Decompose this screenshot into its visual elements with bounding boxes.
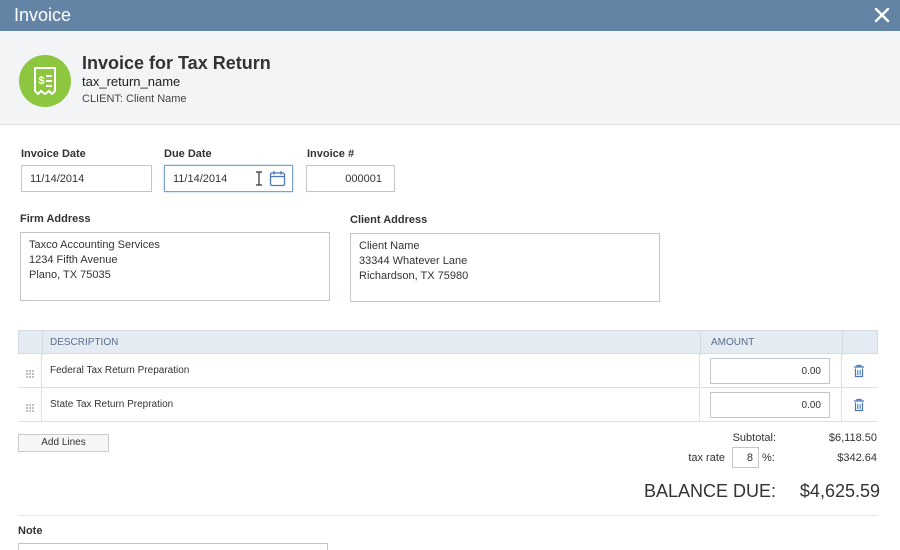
invoice-number-input[interactable] (307, 166, 394, 191)
tax-percent-suffix: %: (762, 452, 775, 464)
tax-rate-input[interactable] (733, 448, 758, 468)
firm-address-field[interactable]: Taxco Accounting Services 1234 Fifth Ave… (20, 232, 330, 301)
invoice-title: Invoice for Tax Return (82, 53, 271, 73)
column-divider (699, 354, 700, 388)
client-line: CLIENT: Client Name (82, 93, 187, 105)
invoice-date-input[interactable] (22, 166, 151, 191)
invoice-number-field[interactable] (306, 165, 395, 192)
description-header: DESCRIPTION (50, 337, 119, 348)
receipt-icon: $ (34, 67, 56, 95)
note-label: Note (18, 525, 43, 537)
column-divider (41, 354, 42, 388)
invoice-number-label: Invoice # (307, 148, 355, 160)
line-item-description[interactable]: State Tax Return Prepration (50, 399, 173, 410)
note-field[interactable] (18, 543, 328, 550)
drag-handle-icon[interactable] (25, 400, 35, 412)
firm-address-line: Plano, TX 75035 (29, 269, 111, 281)
tax-rate-field[interactable] (732, 447, 759, 468)
balance-due-label: BALANCE DUE: (643, 481, 776, 501)
column-divider (699, 388, 700, 422)
column-divider (841, 354, 842, 388)
window-titlebar: Invoice (0, 0, 900, 31)
invoice-date-label: Invoice Date (21, 148, 86, 160)
client-name: Client Name (126, 93, 187, 105)
invoice-badge: $ (19, 55, 71, 107)
trash-icon[interactable] (852, 364, 866, 378)
line-item-description[interactable]: Federal Tax Return Preparation (50, 365, 189, 376)
drag-handle-icon[interactable] (25, 366, 35, 378)
svg-text:$: $ (39, 75, 45, 87)
line-item-amount-field[interactable] (710, 392, 830, 418)
tax-return-name: tax_return_name (82, 74, 181, 89)
section-divider (18, 515, 878, 516)
client-address-line: Client Name (359, 240, 420, 252)
trash-icon[interactable] (852, 398, 866, 412)
client-address-field[interactable]: Client Name 33344 Whatever Lane Richards… (350, 233, 660, 302)
line-item-amount-input[interactable] (711, 359, 829, 383)
firm-address-label: Firm Address (20, 213, 91, 225)
text-cursor-icon (255, 171, 263, 189)
subtotal-value: $6,118.50 (828, 432, 877, 444)
table-row: Federal Tax Return Preparation (18, 354, 878, 388)
client-prefix: CLIENT: (82, 93, 123, 105)
client-address-label: Client Address (350, 214, 428, 226)
subtotal-label: Subtotal: (732, 432, 776, 444)
table-header: DESCRIPTION AMOUNT (18, 330, 878, 355)
due-date-input[interactable] (165, 166, 255, 191)
window-title: Invoice (14, 5, 72, 25)
amount-header: AMOUNT (711, 337, 755, 348)
column-divider (41, 388, 42, 422)
column-divider (700, 331, 701, 355)
client-address-line: Richardson, TX 75980 (359, 270, 469, 282)
calendar-icon[interactable] (269, 170, 286, 190)
line-items-table: DESCRIPTION AMOUNT Federal Tax Return Pr… (18, 330, 878, 422)
balance-due-value: $4,625.59 (799, 481, 880, 501)
column-divider (842, 331, 843, 355)
invoice-header: $ Invoice for Tax Return tax_return_name… (0, 31, 900, 125)
firm-address-line: Taxco Accounting Services (29, 239, 160, 251)
tax-value: $342.64 (837, 452, 877, 464)
close-icon[interactable] (872, 5, 892, 25)
tax-rate-label: tax rate (688, 452, 725, 464)
column-divider (841, 388, 842, 422)
table-row: State Tax Return Prepration (18, 388, 878, 422)
line-item-amount-field[interactable] (710, 358, 830, 384)
due-date-label: Due Date (164, 148, 212, 160)
client-address-line: 33344 Whatever Lane (359, 255, 468, 267)
line-item-amount-input[interactable] (711, 393, 829, 417)
firm-address-line: 1234 Fifth Avenue (29, 254, 118, 266)
due-date-field[interactable] (164, 165, 293, 192)
column-divider (42, 331, 43, 355)
add-lines-button[interactable]: Add Lines (18, 434, 109, 452)
invoice-date-field[interactable] (21, 165, 152, 192)
